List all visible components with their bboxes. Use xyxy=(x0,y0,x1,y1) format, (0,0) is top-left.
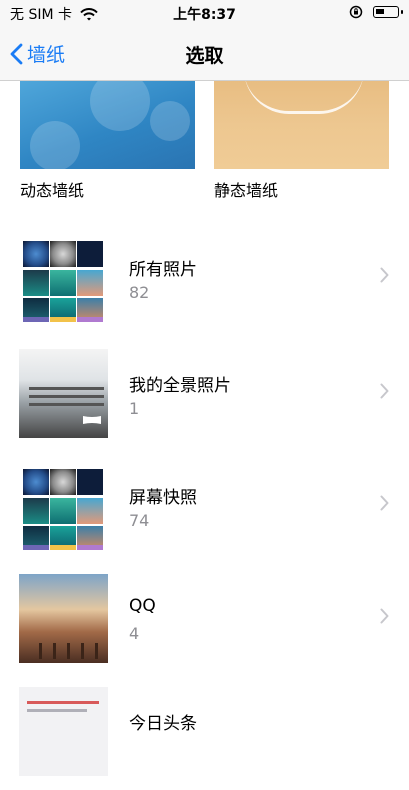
static-wallpaper-label: 静态墙纸 xyxy=(214,181,279,200)
album-thumbnail xyxy=(19,233,108,322)
album-row-qq[interactable]: QQ 4 xyxy=(0,564,409,677)
chevron-right-icon xyxy=(380,495,389,511)
nav-bar: 墙纸 选取 xyxy=(0,26,409,81)
album-count: 1 xyxy=(129,399,140,418)
album-name: QQ xyxy=(129,596,156,616)
album-name: 所有照片 xyxy=(129,260,197,280)
dynamic-wallpaper-label: 动态墙纸 xyxy=(20,181,85,200)
album-row-screenshots[interactable]: 屏幕快照 74 xyxy=(0,451,409,564)
album-name: 今日头条 xyxy=(129,714,197,734)
status-right xyxy=(349,5,403,19)
page-title: 选取 xyxy=(185,45,224,67)
rotation-lock-icon xyxy=(349,5,363,19)
chevron-right-icon xyxy=(380,267,389,283)
album-row-all-photos[interactable]: 所有照片 82 xyxy=(0,223,409,336)
album-thumbnail xyxy=(19,461,108,550)
chevron-right-icon xyxy=(380,608,389,624)
panorama-icon xyxy=(83,416,101,424)
static-wallpaper-tile[interactable] xyxy=(214,81,389,169)
album-row-toutiao[interactable]: 今日头条 xyxy=(0,677,409,790)
status-bar: 无 SIM 卡 上午8:37 xyxy=(0,0,409,26)
album-name: 屏幕快照 xyxy=(129,488,197,508)
album-thumbnail xyxy=(19,349,108,438)
album-count: 4 xyxy=(129,624,140,643)
status-time: 上午8:37 xyxy=(173,7,236,23)
album-row-panoramas[interactable]: 我的全景照片 1 xyxy=(0,339,409,452)
album-thumbnail xyxy=(19,574,108,663)
chevron-right-icon xyxy=(380,383,389,399)
album-thumbnail xyxy=(19,687,108,776)
album-count: 82 xyxy=(129,283,150,302)
battery-icon xyxy=(373,6,403,18)
album-count: 74 xyxy=(129,511,150,530)
album-name: 我的全景照片 xyxy=(129,376,231,396)
dynamic-wallpaper-tile[interactable] xyxy=(20,81,195,169)
